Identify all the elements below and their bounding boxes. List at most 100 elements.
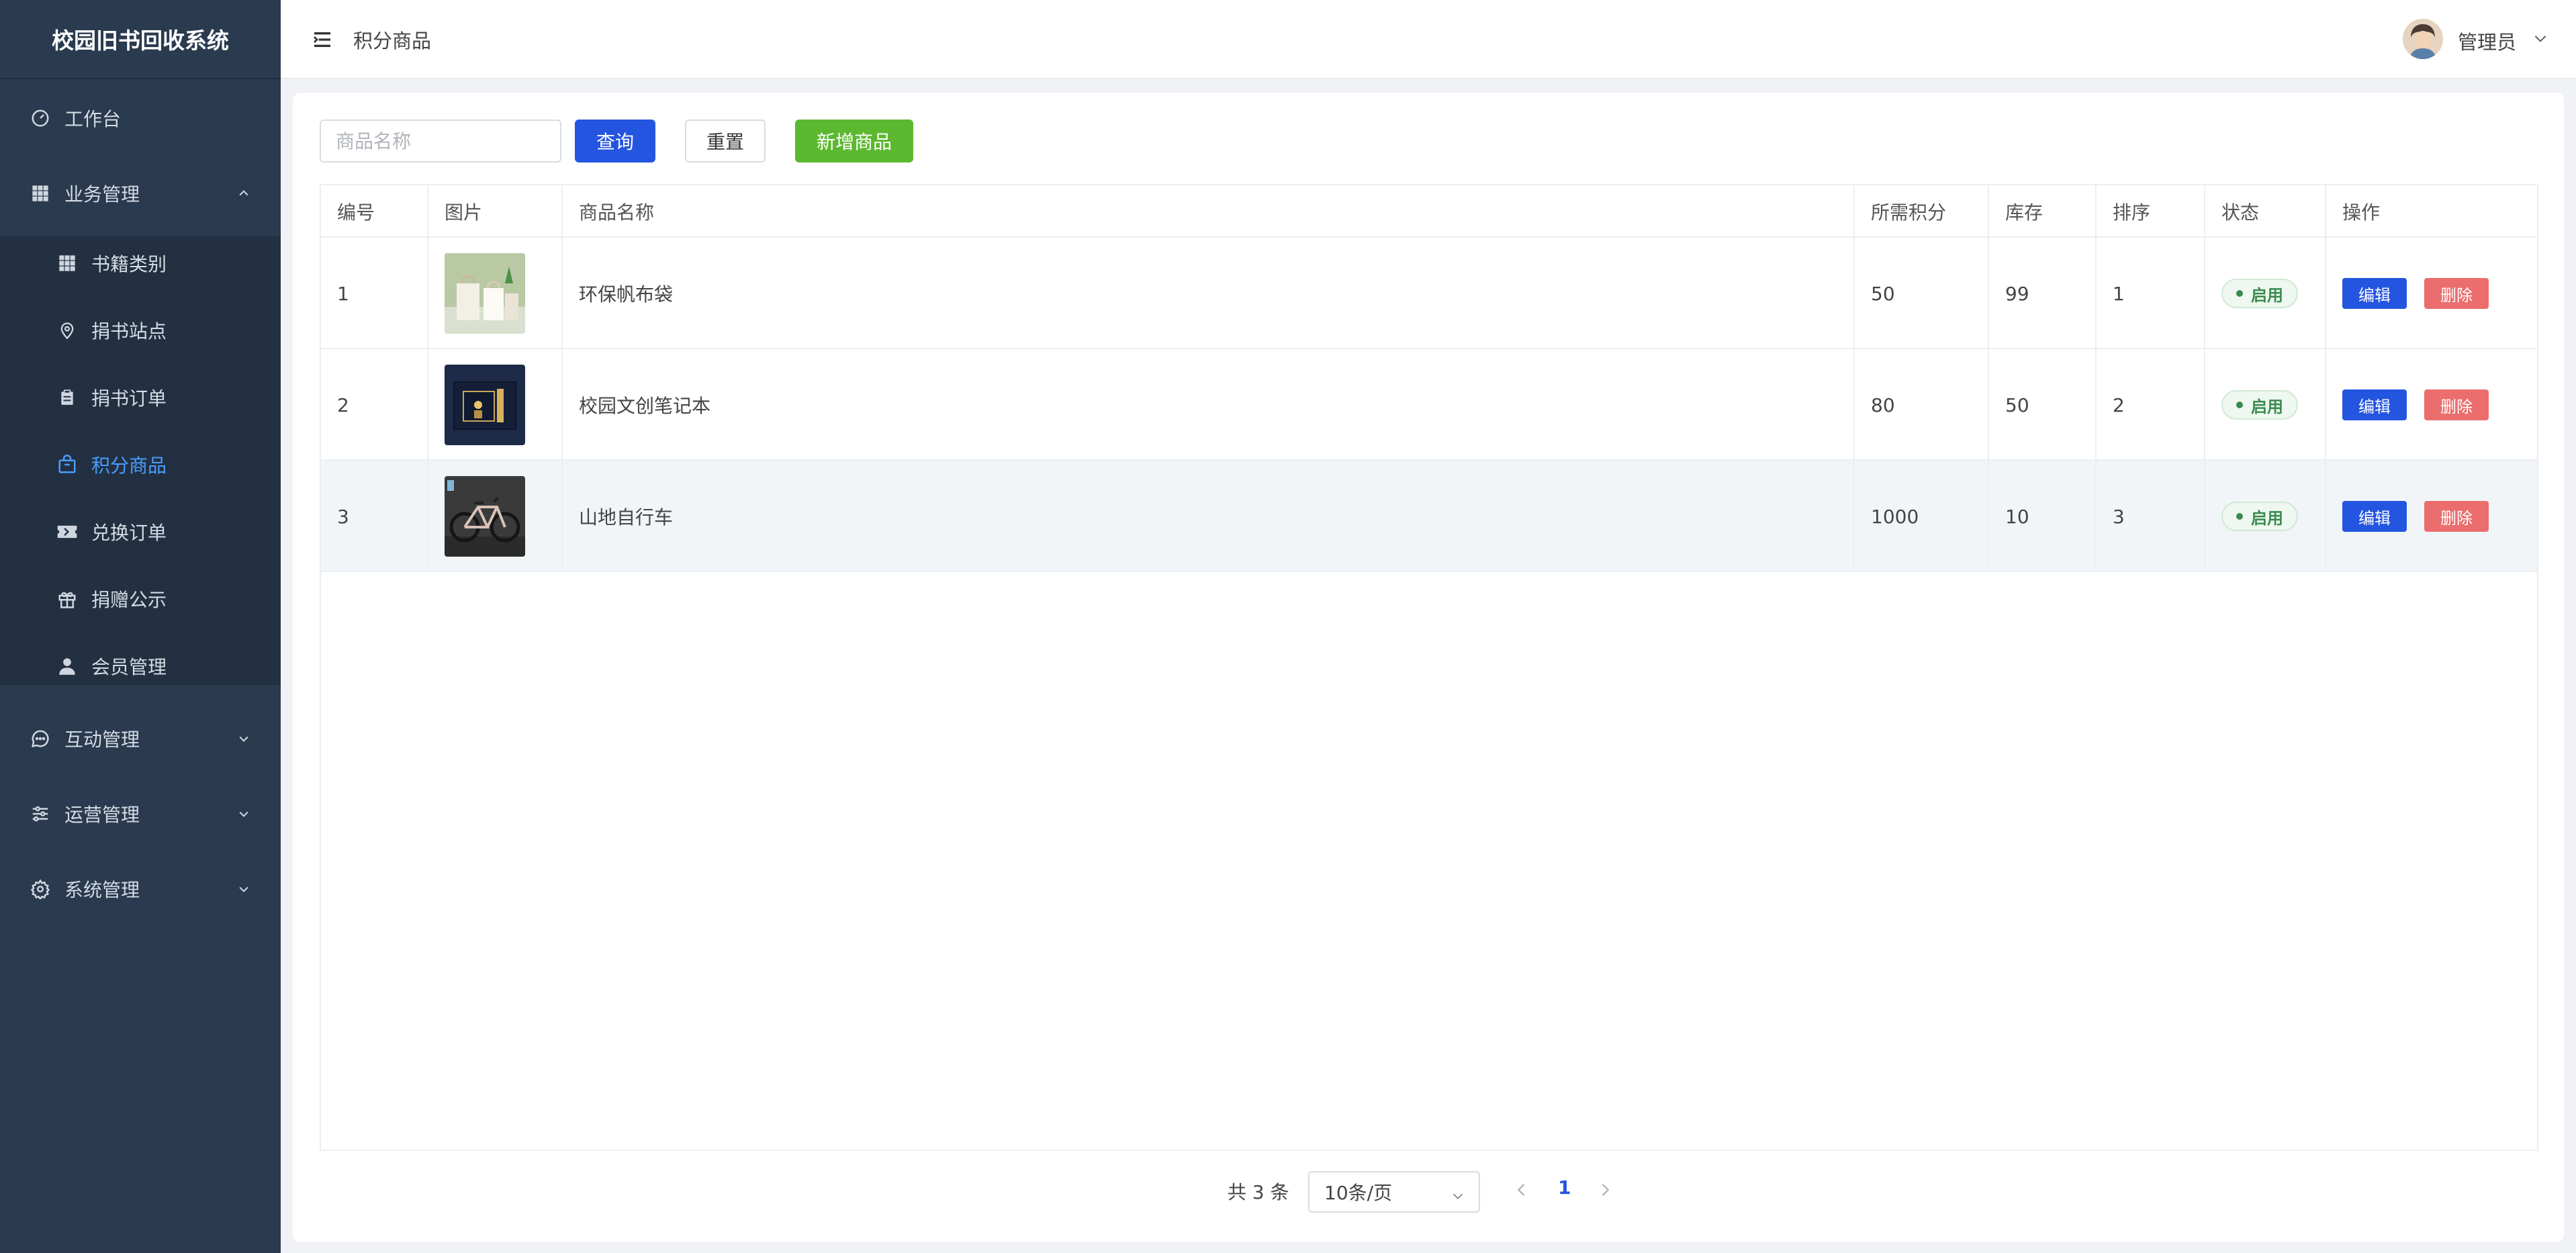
sidebar-item-label: 会员管理 bbox=[91, 656, 167, 678]
cell-stock: 99 bbox=[1989, 238, 2097, 349]
content-card: 查询 重置 新增商品 编号 图片 商品名称 所需积分 库存 排序 状态 操作 1… bbox=[293, 93, 2564, 1242]
cell-stock: 50 bbox=[1989, 349, 2097, 461]
menu-toggle-icon[interactable] bbox=[312, 29, 333, 50]
column-header: 图片 bbox=[428, 185, 563, 238]
user-icon bbox=[56, 655, 78, 677]
chevron-down-icon[interactable] bbox=[2532, 30, 2549, 47]
table-row: 1 环保帆布袋 50 99 1 启用 编辑 删除 bbox=[321, 238, 2537, 349]
gift-icon bbox=[56, 588, 78, 610]
sidebar-item-system[interactable]: 系统管理 bbox=[0, 862, 281, 916]
grid-icon bbox=[56, 252, 78, 274]
edit-button[interactable]: 编辑 bbox=[2342, 278, 2407, 309]
chevron-up-icon bbox=[236, 186, 251, 201]
edit-button[interactable]: 编辑 bbox=[2342, 389, 2407, 420]
sidebar-item-book-category[interactable]: 书籍类别 bbox=[0, 236, 281, 290]
cell-status: 启用 bbox=[2205, 461, 2326, 572]
sidebar-item-label: 互动管理 bbox=[64, 729, 140, 751]
cell-points: 1000 bbox=[1855, 461, 1989, 572]
dashboard-icon bbox=[30, 107, 51, 129]
cell-name: 环保帆布袋 bbox=[563, 238, 1855, 349]
sidebar-item-label: 运营管理 bbox=[64, 804, 140, 826]
chevron-down-icon bbox=[1451, 1186, 1465, 1201]
cell-points: 80 bbox=[1855, 349, 1989, 461]
page-size-select[interactable]: 10条/页 bbox=[1308, 1171, 1480, 1213]
user-name[interactable]: 管理员 bbox=[2458, 27, 2516, 55]
next-page-icon[interactable] bbox=[1596, 1180, 1614, 1199]
cell-sort: 2 bbox=[2097, 349, 2205, 461]
sidebar-item-label: 捐书站点 bbox=[91, 320, 167, 342]
goods-table: 编号 图片 商品名称 所需积分 库存 排序 状态 操作 1 环保帆布袋 50 9… bbox=[320, 184, 2538, 1151]
gear-icon bbox=[30, 878, 51, 900]
cell-image bbox=[428, 238, 563, 349]
sidebar-item-interaction[interactable]: 互动管理 bbox=[0, 712, 281, 765]
column-header: 操作 bbox=[2342, 201, 2381, 224]
app-title: 校园旧书回收系统 bbox=[0, 0, 281, 79]
reset-button[interactable]: 重置 bbox=[685, 120, 766, 163]
sidebar-item-operation[interactable]: 运营管理 bbox=[0, 787, 281, 841]
prev-page-icon[interactable] bbox=[1512, 1180, 1531, 1199]
chevron-down-icon bbox=[236, 806, 251, 821]
sidebar-item-label: 兑换订单 bbox=[91, 522, 167, 544]
cell-image bbox=[428, 349, 563, 461]
delete-button[interactable]: 删除 bbox=[2424, 278, 2489, 309]
cell-sort: 3 bbox=[2097, 461, 2205, 572]
sidebar-item-points-goods[interactable]: 积分商品 bbox=[0, 438, 281, 492]
sidebar-item-label: 工作台 bbox=[64, 108, 122, 130]
cell-id: 3 bbox=[321, 461, 428, 572]
clipboard-icon bbox=[56, 387, 78, 408]
cell-status: 启用 bbox=[2205, 349, 2326, 461]
delete-button[interactable]: 删除 bbox=[2424, 501, 2489, 532]
column-header: 商品名称 bbox=[563, 185, 1855, 238]
cell-sort: 1 bbox=[2097, 238, 2205, 349]
cell-name: 山地自行车 bbox=[563, 461, 1855, 572]
shopping-bag-icon bbox=[56, 454, 78, 475]
goods-image-bicycle bbox=[445, 476, 525, 557]
delete-button[interactable]: 删除 bbox=[2424, 389, 2489, 420]
pagination-total: 共 3 条 bbox=[1228, 1181, 1289, 1203]
column-header: 所需积分 bbox=[1855, 185, 1989, 238]
cell-stock: 10 bbox=[1989, 461, 2097, 572]
sidebar-item-label: 书籍类别 bbox=[91, 253, 167, 275]
cell-points: 50 bbox=[1855, 238, 1989, 349]
location-icon bbox=[56, 320, 78, 341]
cell-image bbox=[428, 461, 563, 572]
status-label: 启用 bbox=[2251, 397, 2283, 416]
sidebar-item-label: 业务管理 bbox=[64, 183, 140, 205]
sidebar-item-workbench[interactable]: 工作台 bbox=[0, 91, 281, 145]
top-header: 积分商品 管理员 bbox=[281, 0, 2576, 79]
avatar[interactable] bbox=[2403, 19, 2443, 59]
cell-name: 校园文创笔记本 bbox=[563, 349, 1855, 461]
search-input[interactable] bbox=[320, 120, 561, 163]
sidebar-item-donation-order[interactable]: 捐书订单 bbox=[0, 371, 281, 424]
grid-icon bbox=[30, 183, 51, 204]
goods-image-canvas-bag bbox=[445, 253, 525, 334]
column-header: 库存 bbox=[1989, 185, 2097, 238]
add-goods-button[interactable]: 新增商品 bbox=[795, 120, 913, 163]
status-dot bbox=[2236, 290, 2243, 297]
cell-status: 启用 bbox=[2205, 238, 2326, 349]
sidebar-item-exchange-order[interactable]: 兑换订单 bbox=[0, 505, 281, 559]
column-header: 编号 bbox=[321, 185, 428, 238]
sidebar-item-label: 积分商品 bbox=[91, 455, 167, 477]
sidebar-item-label: 捐书订单 bbox=[91, 387, 167, 410]
page-number-current[interactable]: 1 bbox=[1558, 1176, 1571, 1199]
sidebar: 校园旧书回收系统 工作台 业务管理 书籍类别 捐书站点 捐书订单 积分商品 兑换… bbox=[0, 0, 281, 1253]
status-label: 启用 bbox=[2251, 285, 2283, 305]
query-button[interactable]: 查询 bbox=[575, 120, 655, 163]
column-header: 排序 bbox=[2097, 185, 2205, 238]
sidebar-item-donation-notice[interactable]: 捐赠公示 bbox=[0, 572, 281, 626]
status-dot bbox=[2236, 513, 2243, 520]
table-header: 编号 图片 商品名称 所需积分 库存 排序 状态 操作 bbox=[321, 185, 2537, 238]
sidebar-item-business[interactable]: 业务管理 bbox=[0, 167, 281, 220]
page-size-value: 10条/页 bbox=[1324, 1182, 1393, 1204]
sidebar-item-label: 捐赠公示 bbox=[91, 589, 167, 611]
sidebar-item-member[interactable]: 会员管理 bbox=[0, 639, 281, 693]
status-badge: 启用 bbox=[2221, 279, 2298, 308]
sidebar-item-donation-site[interactable]: 捐书站点 bbox=[0, 304, 281, 357]
sliders-icon bbox=[30, 803, 51, 825]
cell-id: 2 bbox=[321, 349, 428, 461]
cell-id: 1 bbox=[321, 238, 428, 349]
edit-button[interactable]: 编辑 bbox=[2342, 501, 2407, 532]
cell-actions: 编辑 删除 bbox=[2326, 238, 2537, 349]
chevron-down-icon bbox=[236, 882, 251, 896]
